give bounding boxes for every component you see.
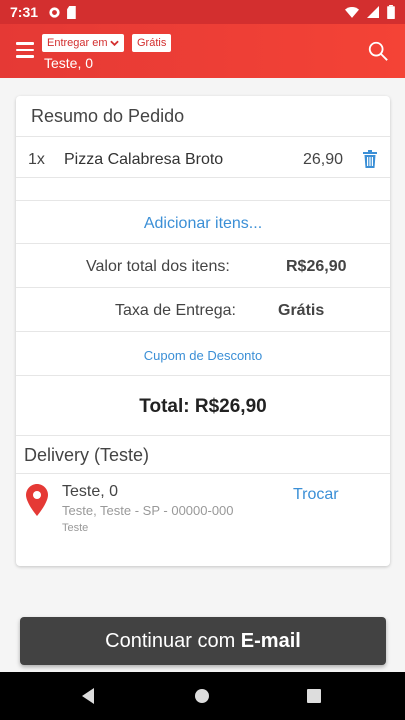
items-total-label: Valor total dos itens: bbox=[86, 258, 230, 275]
free-delivery-label: Grátis bbox=[137, 37, 167, 49]
app-bar: Entregar em Grátis Teste, 0 bbox=[0, 24, 405, 78]
address-line: Teste, Teste - SP - 00000-000 bbox=[62, 503, 234, 518]
items-total-value: R$26,90 bbox=[286, 258, 347, 275]
chevron-down-icon bbox=[109, 40, 119, 46]
home-icon[interactable] bbox=[195, 689, 209, 703]
item-price: 26,90 bbox=[303, 151, 344, 168]
deliver-to-label: Entregar em bbox=[47, 37, 108, 49]
battery-icon bbox=[387, 5, 395, 19]
change-address-link[interactable]: Trocar bbox=[293, 486, 339, 504]
search-icon[interactable] bbox=[367, 40, 389, 62]
free-delivery-chip[interactable]: Grátis bbox=[132, 34, 172, 52]
signal-icon bbox=[367, 6, 379, 18]
grand-total-row: Total: R$26,90 bbox=[16, 376, 390, 436]
order-summary-title: Resumo do Pedido bbox=[31, 106, 185, 126]
system-nav-bar bbox=[0, 672, 405, 720]
continue-with-email-button[interactable]: Continuar com E-mail bbox=[20, 617, 386, 665]
delivery-header: Delivery (Teste) bbox=[16, 436, 390, 474]
delivery-fee-row: Taxa de Entrega: Grátis bbox=[16, 288, 390, 332]
recent-apps-icon[interactable] bbox=[307, 689, 321, 703]
add-items-row: Adicionar itens... bbox=[16, 200, 390, 244]
add-items-link[interactable]: Adicionar itens... bbox=[16, 215, 390, 233]
order-summary-card: Resumo do Pedido 1x Pizza Calabresa Brot… bbox=[16, 96, 390, 566]
address-name: Teste, 0 bbox=[62, 483, 119, 500]
back-icon[interactable] bbox=[82, 688, 94, 704]
grand-total: Total: R$26,90 bbox=[139, 396, 267, 417]
coupon-link[interactable]: Cupom de Desconto bbox=[16, 348, 390, 363]
delivery-fee-value: Grátis bbox=[278, 302, 325, 319]
items-total-row: Valor total dos itens: R$26,90 bbox=[16, 244, 390, 288]
deliver-to-chip[interactable]: Entregar em bbox=[42, 34, 124, 52]
wifi-icon bbox=[345, 6, 359, 18]
cta-prefix: Continuar com bbox=[105, 630, 241, 652]
delivery-fee-label: Taxa de Entrega: bbox=[115, 302, 236, 319]
selected-address[interactable]: Teste, 0 bbox=[44, 55, 93, 71]
status-bar: 7:31 bbox=[0, 0, 405, 24]
sd-card-icon bbox=[67, 5, 76, 19]
settings-icon bbox=[49, 6, 60, 18]
menu-icon[interactable] bbox=[16, 42, 34, 58]
item-name: Pizza Calabresa Broto bbox=[64, 151, 224, 168]
address-complement: Teste bbox=[62, 522, 89, 534]
cta-bold: E-mail bbox=[240, 630, 301, 652]
location-pin-icon bbox=[26, 484, 48, 516]
trash-icon[interactable] bbox=[362, 150, 378, 168]
coupon-row: Cupom de Desconto bbox=[16, 332, 390, 376]
delivery-title: Delivery (Teste) bbox=[24, 445, 150, 465]
status-time: 7:31 bbox=[10, 4, 39, 20]
order-item-row: 1x Pizza Calabresa Broto 26,90 bbox=[16, 136, 390, 178]
item-quantity: 1x bbox=[28, 151, 45, 168]
